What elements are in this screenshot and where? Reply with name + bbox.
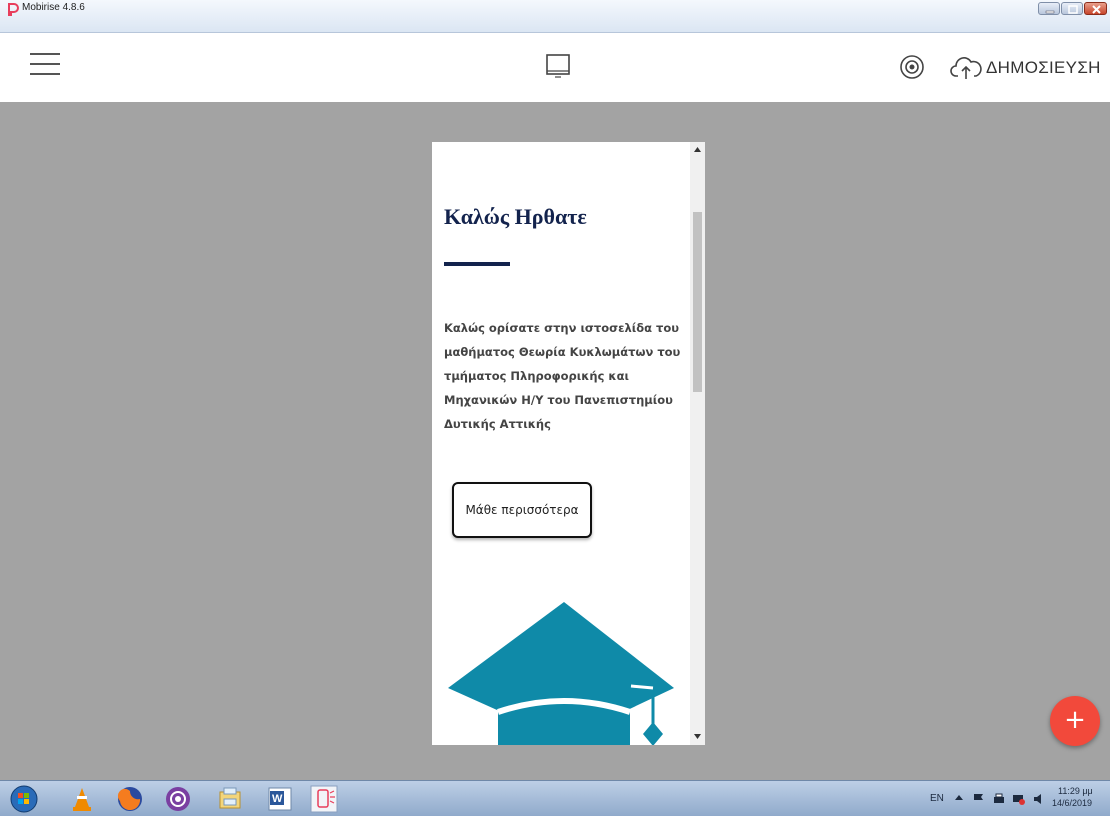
- mobirise-icon: [8, 3, 19, 16]
- tor-browser-icon[interactable]: [164, 785, 192, 813]
- clock-date[interactable]: 14/6/2019: [1052, 798, 1092, 808]
- graduation-cap-icon: [448, 602, 674, 745]
- scroll-up-arrow-icon[interactable]: [690, 144, 705, 156]
- taskbar: W EN 11:29 μμ 14/6/2019: [0, 780, 1110, 816]
- window-title-bar: Mobirise 4.8.6: [0, 0, 1110, 33]
- add-block-button[interactable]: +: [1050, 696, 1100, 746]
- mobile-preview-frame: Καλώς Ηρθατε Καλώς ορίσατε στην ιστοσελί…: [432, 142, 705, 745]
- eye-icon[interactable]: [898, 53, 926, 81]
- cloud-upload-icon: [950, 57, 982, 79]
- printer-icon[interactable]: [992, 792, 1006, 806]
- close-icon[interactable]: [1084, 2, 1107, 15]
- page-heading: Καλώς Ηρθατε: [444, 204, 587, 229]
- hamburger-icon[interactable]: [30, 51, 60, 77]
- word-icon[interactable]: W: [266, 785, 294, 813]
- windows-start-icon[interactable]: [10, 785, 38, 813]
- publish-button[interactable]: ΔΗΜΟΣΙΕΥΣΗ: [950, 50, 1100, 84]
- maximize-icon[interactable]: [1061, 2, 1083, 15]
- tray-overflow-icon[interactable]: [954, 793, 964, 803]
- desktop-monitor-icon[interactable]: [544, 52, 574, 82]
- preview-scrollbar[interactable]: [690, 142, 705, 745]
- action-center-flag-icon[interactable]: [972, 792, 986, 806]
- scrollbar-thumb[interactable]: [693, 212, 702, 392]
- heading-underline: [444, 262, 510, 266]
- file-explorer-icon[interactable]: [216, 785, 244, 813]
- learn-more-label: Μάθε περισσότερα: [465, 503, 579, 517]
- mobirise-app-icon[interactable]: [310, 785, 338, 813]
- clock-time[interactable]: 11:29 μμ: [1058, 785, 1093, 797]
- welcome-text: Καλώς ορίσατε στην ιστοσελίδα του μαθήμα…: [444, 321, 681, 431]
- plus-icon: +: [1064, 705, 1086, 735]
- language-indicator[interactable]: EN: [930, 793, 944, 804]
- volume-icon[interactable]: [1032, 792, 1046, 806]
- system-tray: EN 11:29 μμ 14/6/2019: [920, 783, 1110, 815]
- publish-label: ΔΗΜΟΣΙΕΥΣΗ: [986, 58, 1101, 77]
- svg-text:W: W: [272, 793, 283, 805]
- network-icon[interactable]: [1012, 792, 1026, 806]
- scroll-down-arrow-icon[interactable]: [690, 730, 705, 742]
- learn-more-button[interactable]: Μάθε περισσότερα: [452, 482, 592, 538]
- firefox-icon[interactable]: [116, 785, 144, 813]
- vlc-icon[interactable]: [68, 785, 96, 813]
- window-title: Mobirise 4.8.6: [22, 2, 85, 13]
- minimize-icon[interactable]: [1038, 2, 1060, 15]
